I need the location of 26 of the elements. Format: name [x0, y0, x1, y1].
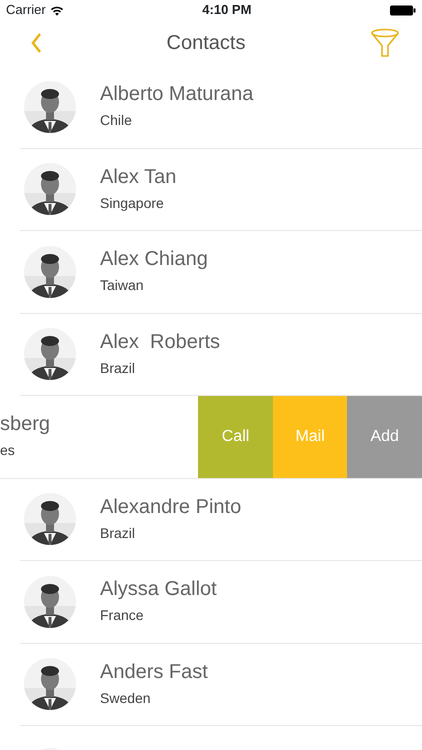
nav-title: Contacts — [166, 31, 246, 56]
contact-country: Singapore — [100, 194, 165, 213]
status-time: 4:10 PM — [202, 1, 252, 20]
contact-country: Sweden — [100, 688, 152, 708]
contact-country: Brazil — [100, 358, 136, 378]
contact-name: Alex Roberts — [100, 330, 220, 354]
wifi-icon — [50, 4, 64, 16]
battery-icon — [390, 4, 416, 16]
contact-name: Alberto Maturana — [100, 82, 254, 106]
filter-icon[interactable] — [370, 28, 400, 58]
action-button[interactable]: Add — [347, 396, 422, 478]
contact-name: Alexandre Pinto — [100, 494, 242, 519]
contact-name: Alyssa Gallot — [100, 577, 217, 602]
contact-country: Brazil — [100, 524, 136, 543]
action-button[interactable]: Mail — [272, 396, 348, 478]
contact-name: sberg — [0, 412, 52, 436]
contact-country: es — [0, 441, 16, 460]
action-button[interactable]: Call — [198, 396, 273, 478]
carrier-name: Carrier — [6, 1, 46, 20]
back-icon[interactable] — [30, 33, 42, 53]
contact-name: Alex Chiang — [100, 247, 208, 272]
contact-country: Taiwan — [100, 276, 145, 296]
contact-name: Anders Fast — [100, 660, 208, 684]
contact-country: France — [100, 606, 145, 626]
contact-country: Chile — [100, 111, 133, 130]
contact-name: Alex Tan — [100, 164, 176, 189]
